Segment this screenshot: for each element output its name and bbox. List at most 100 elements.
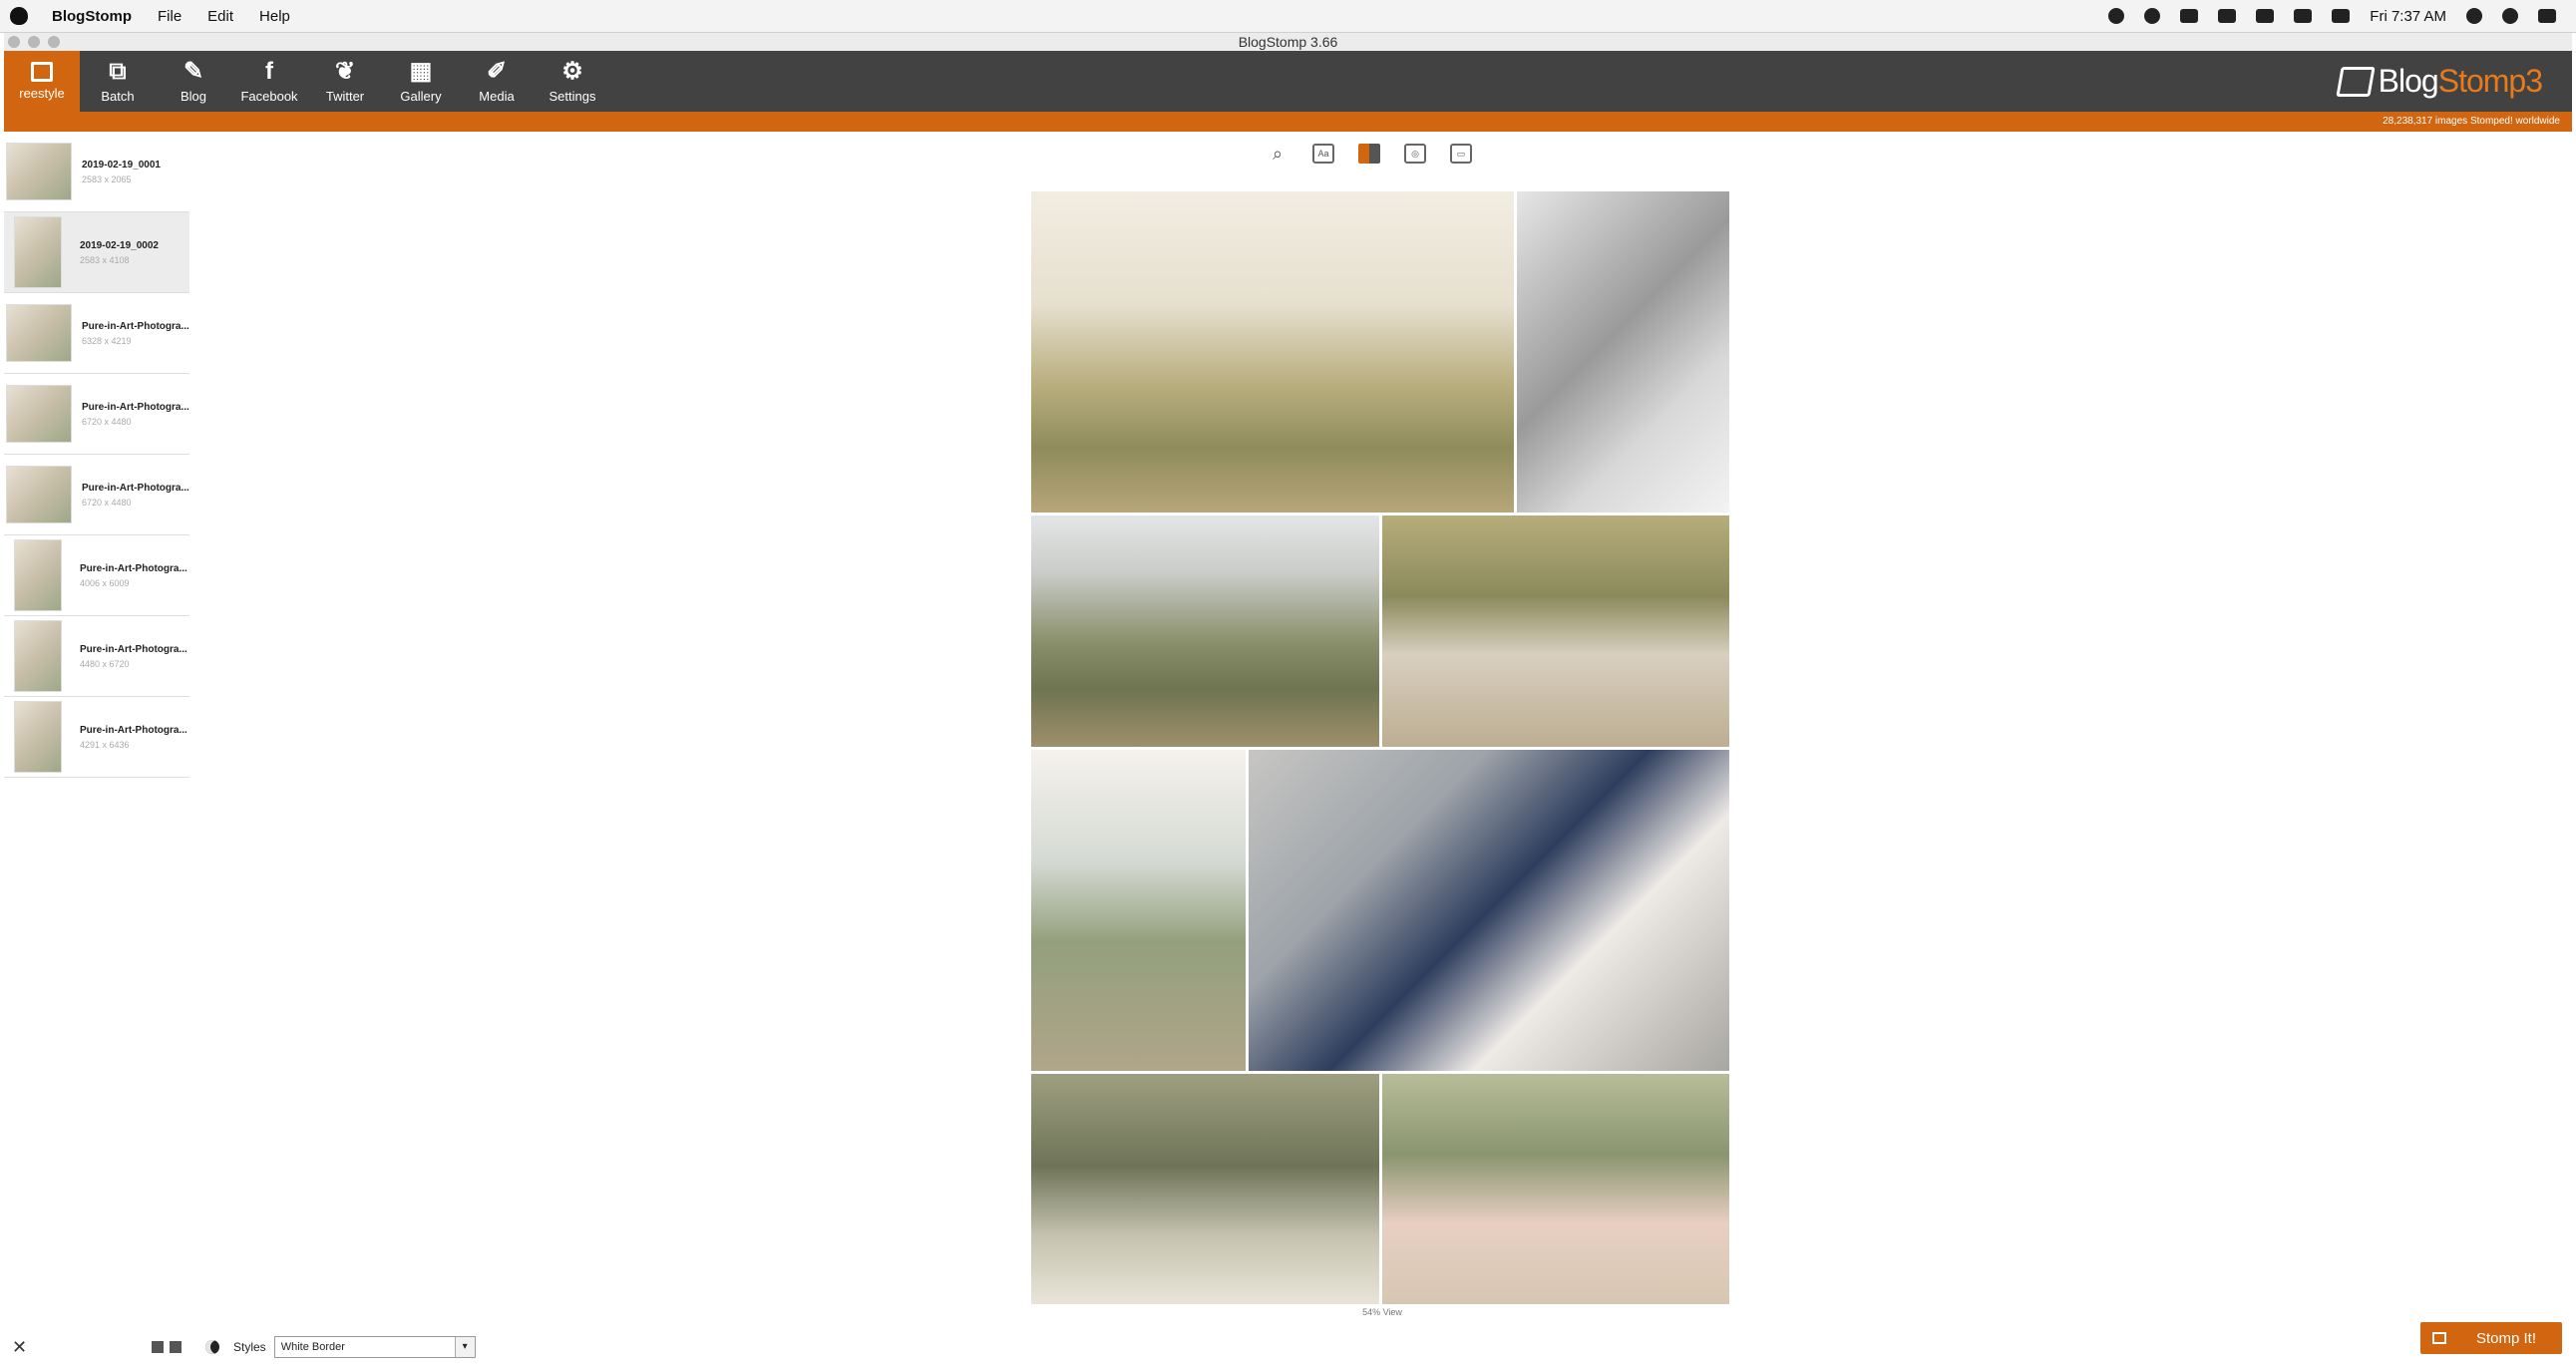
tool-facebook-label: Facebook (240, 89, 298, 104)
remove-all-icon[interactable]: ✕ (12, 1337, 27, 1358)
dropbox-icon[interactable] (2218, 9, 2237, 23)
bottom-bar: Styles White Border ▾ (189, 1326, 2572, 1368)
menu-app-name[interactable]: BlogStomp (52, 8, 132, 25)
file-item[interactable]: Pure-in-Art-Photogra... 4006 x 6009 (4, 535, 189, 616)
file-name: Pure-in-Art-Photogra... (82, 401, 189, 413)
wifi-icon[interactable] (2256, 9, 2275, 23)
media-icon: ✐ (486, 58, 508, 85)
close-window-button[interactable] (8, 36, 20, 48)
file-item[interactable]: Pure-in-Art-Photogra... 4480 x 6720 (4, 616, 189, 697)
menu-edit[interactable]: Edit (207, 8, 233, 25)
window-title-bar: BlogStomp 3.66 (4, 33, 2572, 51)
layout-icon[interactable] (1358, 144, 1380, 164)
styles-select[interactable]: White Border ▾ (273, 1336, 476, 1358)
file-dimensions: 4480 x 6720 (80, 658, 130, 669)
tool-blog[interactable]: ✎ Blog (156, 51, 231, 112)
file-item[interactable]: 2019-02-19_0001 2583 x 2065 (4, 132, 189, 212)
file-item[interactable]: Pure-in-Art-Photogra... 6328 x 4219 (4, 293, 189, 374)
view-toggle (152, 1341, 182, 1353)
file-dimensions: 6720 x 4480 (82, 416, 132, 427)
menu-help[interactable]: Help (259, 8, 290, 25)
device-preview-icon[interactable]: ▭ (1450, 144, 1472, 164)
dark-mode-icon[interactable] (205, 1340, 219, 1354)
logo-text-prefix: Blog (2378, 63, 2439, 99)
tool-settings[interactable]: ⚙ Settings (535, 51, 610, 112)
collage-photo-garden-couple[interactable] (1031, 1074, 1379, 1304)
file-item-selected[interactable]: 2019-02-19_0002 2583 x 4108 (4, 212, 189, 293)
text-overlay-icon[interactable]: Aa (1312, 144, 1334, 164)
collage-photo-hills-couple[interactable] (1031, 750, 1246, 1071)
file-item[interactable]: Pure-in-Art-Photogra... 6720 x 4480 (4, 455, 189, 535)
siri-icon[interactable] (2502, 8, 2518, 24)
tool-batch[interactable]: ⧉ Batch (80, 51, 156, 112)
notification-center-icon[interactable] (2538, 9, 2556, 23)
stomp-it-button[interactable]: Stomp It! (2420, 1322, 2562, 1354)
window-controls (8, 36, 60, 48)
file-item[interactable]: Pure-in-Art-Photogra... 4291 x 6436 (4, 697, 189, 778)
tool-twitter-label: Twitter (325, 89, 365, 104)
file-meta: Pure-in-Art-Photogra... 6720 x 4480 (82, 402, 189, 427)
file-name: Pure-in-Art-Photogra... (80, 562, 187, 574)
drive-icon[interactable] (2180, 9, 2199, 23)
tool-blog-label: Blog (180, 89, 207, 104)
search-icon[interactable] (2466, 8, 2482, 24)
apple-icon[interactable] (10, 7, 28, 25)
zoom-icon[interactable]: ⌕ (1267, 144, 1288, 164)
tool-twitter[interactable]: ❦ Twitter (307, 51, 383, 112)
freestyle-icon (31, 62, 53, 82)
collage-photo-bridal-party[interactable] (1382, 1074, 1729, 1304)
file-dimensions: 4006 x 6009 (80, 577, 130, 588)
facebook-icon: f (265, 58, 273, 85)
menubar-clock[interactable]: Fri 7:37 AM (2370, 8, 2446, 25)
zoom-window-button[interactable] (48, 36, 60, 48)
settings-icon: ⚙ (561, 58, 583, 85)
zoom-level: 54% View (1362, 1307, 1402, 1317)
collage-photo-mountain-couple[interactable] (1031, 515, 1379, 747)
airplay-icon[interactable] (2294, 9, 2313, 23)
volume-icon[interactable] (2332, 9, 2351, 23)
file-list-sidebar: 2019-02-19_0001 2583 x 2065 2019-02-19_0… (4, 132, 189, 1368)
twitter-icon: ❦ (334, 58, 356, 85)
blog-icon: ✎ (183, 58, 204, 85)
file-meta: Pure-in-Art-Photogra... 6328 x 4219 (82, 321, 189, 346)
stomp-stats-bar: 28,238,317 images Stomped! worldwide (4, 112, 2572, 132)
tool-facebook[interactable]: f Facebook (231, 51, 307, 112)
file-thumbnail (14, 620, 62, 692)
menu-file[interactable]: File (158, 8, 182, 25)
tool-freestyle[interactable]: reestyle (4, 51, 80, 112)
blogstomp-logo: BlogStomp3 (2336, 51, 2543, 112)
collage-photo-desert-couple[interactable] (1031, 191, 1514, 513)
chevron-down-icon: ▾ (454, 1337, 475, 1357)
file-meta: 2019-02-19_0002 2583 x 4108 (80, 240, 159, 265)
menubar-status-area: Fri 7:37 AM (2108, 8, 2556, 25)
file-dimensions: 2583 x 2065 (82, 173, 132, 184)
file-meta: Pure-in-Art-Photogra... 4006 x 6009 (80, 563, 187, 588)
instagram-icon[interactable]: ◎ (1404, 144, 1426, 164)
collage-preview[interactable] (1029, 189, 1731, 1306)
file-dimensions: 4291 x 6436 (80, 739, 130, 750)
tool-batch-label: Batch (101, 89, 135, 104)
collage-photo-steps-embrace[interactable] (1249, 750, 1729, 1071)
file-thumbnail (6, 143, 72, 200)
grid-view-icon[interactable] (170, 1341, 182, 1353)
collage-photo-park-bench[interactable] (1382, 515, 1729, 747)
creative-cloud-icon[interactable] (2108, 8, 2125, 24)
tool-settings-label: Settings (549, 89, 596, 104)
collage-photo-bw-portrait[interactable] (1517, 191, 1729, 513)
file-thumbnail (6, 385, 72, 443)
tool-media[interactable]: ✐ Media (459, 51, 535, 112)
file-thumbnail (14, 216, 62, 288)
stomp-it-label: Stomp It! (2476, 1329, 2537, 1347)
batch-icon: ⧉ (109, 58, 127, 85)
gallery-icon: ▦ (409, 58, 433, 85)
tool-media-label: Media (479, 89, 515, 104)
tool-gallery[interactable]: ▦ Gallery (383, 51, 459, 112)
minimize-window-button[interactable] (28, 36, 40, 48)
sync-icon[interactable] (2144, 8, 2161, 24)
file-thumbnail (6, 466, 72, 523)
list-view-icon[interactable] (152, 1341, 164, 1353)
file-thumbnail (14, 539, 62, 611)
file-item[interactable]: Pure-in-Art-Photogra... 6720 x 4480 (4, 374, 189, 455)
styles-label: Styles (233, 1340, 266, 1354)
file-name: Pure-in-Art-Photogra... (80, 643, 187, 655)
